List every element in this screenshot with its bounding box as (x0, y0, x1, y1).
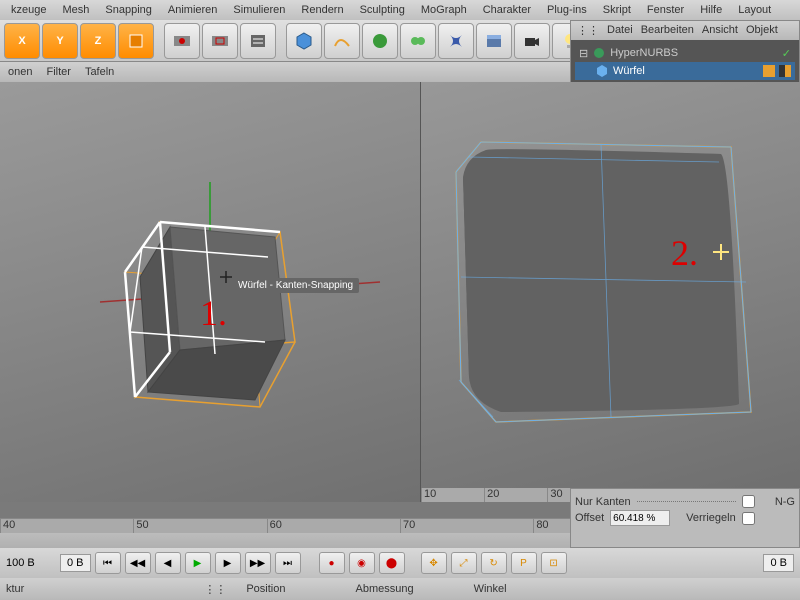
attribute-panel: Nur Kanten N-G Offset Verriegeln (570, 488, 800, 548)
menu-item[interactable]: Simulieren (227, 2, 291, 18)
panel-menu-item[interactable]: Datei (607, 24, 633, 37)
param-icon[interactable]: P (511, 552, 537, 574)
play-button[interactable]: ▶ (185, 552, 211, 574)
render-icon[interactable] (164, 23, 200, 59)
viewport-1[interactable]: Würfel - Kanten-Snapping 1. (0, 82, 420, 502)
frame-label: 100 B (6, 557, 56, 569)
menu-item[interactable]: Snapping (99, 2, 158, 18)
deformer-icon[interactable] (438, 23, 474, 59)
axis-z-button[interactable]: Z (80, 23, 116, 59)
object-tree: ⊟ HyperNURBS ✓ Würfel (571, 40, 799, 84)
object-manager: ⋮⋮ Datei Bearbeiten Ansicht Objekt ⊟ Hyp… (570, 20, 800, 85)
move-icon[interactable]: ✥ (421, 552, 447, 574)
grip-icon[interactable]: ⋮⋮ (577, 24, 599, 37)
tree-label: HyperNURBS (610, 47, 678, 59)
render-settings-icon[interactable] (240, 23, 276, 59)
viewport-2[interactable]: 2. 102030405060 (420, 82, 800, 502)
subbar-item[interactable]: onen (8, 66, 32, 78)
menu-item[interactable]: Fenster (641, 2, 690, 18)
prop-label: Offset (575, 512, 604, 524)
tree-row-wurfel[interactable]: Würfel (575, 62, 795, 80)
col-label: Winkel (474, 583, 507, 595)
spline-icon[interactable] (324, 23, 360, 59)
subbar-item[interactable]: Tafeln (85, 66, 114, 78)
menu-item[interactable]: MoGraph (415, 2, 473, 18)
record-button[interactable]: ● (319, 552, 345, 574)
goto-end-button[interactable]: ⏭ (275, 552, 301, 574)
panel-menu: ⋮⋮ Datei Bearbeiten Ansicht Objekt (571, 21, 799, 40)
panel-menu-item[interactable]: Objekt (746, 24, 778, 37)
key-button[interactable]: ⬤ (379, 552, 405, 574)
pla-icon[interactable]: ⊡ (541, 552, 567, 574)
offset-input[interactable] (610, 510, 670, 526)
cube-icon[interactable] (118, 23, 154, 59)
primitive-cube-icon[interactable] (286, 23, 322, 59)
frame-field[interactable]: 0 B (60, 554, 91, 572)
scale-icon[interactable]: ⤢ (451, 552, 477, 574)
verriegeln-checkbox[interactable] (742, 512, 755, 525)
col-label: Position (246, 583, 285, 595)
hypernurbs-icon (592, 46, 606, 60)
menu-item[interactable]: Animieren (162, 2, 224, 18)
panel-menu-item[interactable]: Ansicht (702, 24, 738, 37)
tag-icon[interactable] (763, 65, 775, 77)
ktur-label: ktur (6, 583, 24, 595)
goto-start-button[interactable]: ⏮ (95, 552, 121, 574)
menu-item[interactable]: Rendern (295, 2, 349, 18)
next-frame-button[interactable]: ▶ (215, 552, 241, 574)
frame-field-2[interactable]: 0 B (763, 554, 794, 572)
timeline-controls: 100 B 0 B ⏮ ◀◀ ◀ ▶ ▶ ▶▶ ⏭ ● ◉ ⬤ ✥ ⤢ ↻ P … (0, 548, 800, 578)
annotation-1: 1. (200, 292, 227, 334)
prop-label-ng: N-G (775, 496, 795, 508)
menu-item[interactable]: kzeuge (5, 2, 52, 18)
tree-row-hypernurbs[interactable]: ⊟ HyperNURBS ✓ (575, 44, 795, 62)
menu-item[interactable]: Hilfe (694, 2, 728, 18)
menu-item[interactable]: Sculpting (354, 2, 411, 18)
nurbs-icon[interactable] (362, 23, 398, 59)
panel-menu-item[interactable]: Bearbeiten (641, 24, 694, 37)
menu-item[interactable]: Skript (597, 2, 637, 18)
main-menu: kzeuge Mesh Snapping Animieren Simuliere… (0, 0, 800, 20)
col-label: Abmessung (355, 583, 413, 595)
render-region-icon[interactable] (202, 23, 238, 59)
snapping-tooltip: Würfel - Kanten-Snapping (232, 278, 359, 293)
environment-icon[interactable] (476, 23, 512, 59)
next-key-button[interactable]: ▶▶ (245, 552, 271, 574)
visibility-icon[interactable]: ✓ (782, 47, 791, 60)
annotation-2: 2. (671, 232, 698, 274)
menu-item[interactable]: Layout (732, 2, 777, 18)
prop-label: Verriegeln (686, 512, 736, 524)
coordinate-bar: ktur ⋮⋮ Position Abmessung Winkel (0, 578, 800, 600)
camera-icon[interactable] (514, 23, 550, 59)
expand-icon[interactable]: ⊟ (579, 47, 588, 60)
generator-icon[interactable] (400, 23, 436, 59)
prev-frame-button[interactable]: ◀ (155, 552, 181, 574)
tag-icon[interactable] (779, 65, 791, 77)
prev-key-button[interactable]: ◀◀ (125, 552, 151, 574)
axis-y-button[interactable]: Y (42, 23, 78, 59)
autokey-button[interactable]: ◉ (349, 552, 375, 574)
prop-label: Nur Kanten (575, 496, 631, 508)
rotate-icon[interactable]: ↻ (481, 552, 507, 574)
menu-item[interactable]: Mesh (56, 2, 95, 18)
subbar-item[interactable]: Filter (46, 66, 70, 78)
axis-x-button[interactable]: X (4, 23, 40, 59)
cube-primitive-icon (595, 64, 609, 78)
tree-label: Würfel (613, 65, 645, 77)
menu-item[interactable]: Plug-ins (541, 2, 593, 18)
menu-item[interactable]: Charakter (477, 2, 537, 18)
nur-kanten-checkbox[interactable] (742, 495, 755, 508)
